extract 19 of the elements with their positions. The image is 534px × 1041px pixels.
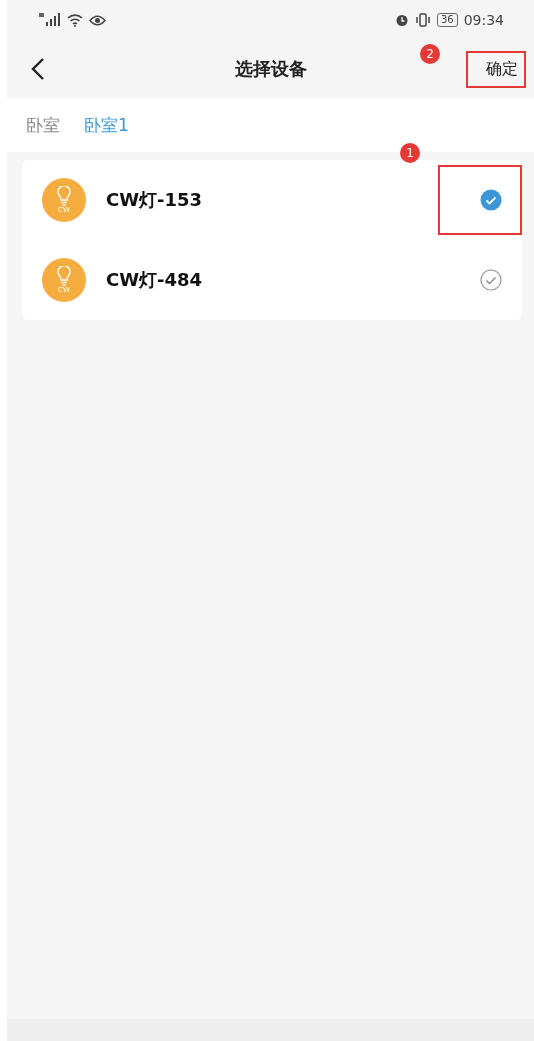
alarm-icon — [394, 13, 409, 27]
step-badge: 2 — [420, 44, 440, 64]
battery-level: 36 — [436, 13, 458, 27]
page-title: 选择设备 — [233, 57, 308, 81]
step-badge: 1 — [400, 143, 420, 163]
back-icon[interactable] — [31, 57, 45, 81]
device-name: CW灯-153 — [106, 188, 204, 212]
check-icon[interactable] — [480, 269, 502, 291]
eye-icon — [89, 14, 106, 26]
highlight-frame — [466, 50, 526, 88]
wifi-icon — [67, 13, 83, 27]
check-icon[interactable] — [480, 189, 502, 211]
confirm-button[interactable]: 确定 — [466, 50, 526, 88]
room-tab[interactable]: 卧室1 — [84, 113, 129, 137]
vibrate-icon — [414, 13, 431, 27]
device-name: CW灯-484 — [106, 268, 204, 292]
room-tab[interactable]: 卧室 — [26, 113, 60, 137]
signal-icon — [39, 13, 61, 27]
clock-time: 09:34 — [463, 12, 504, 28]
